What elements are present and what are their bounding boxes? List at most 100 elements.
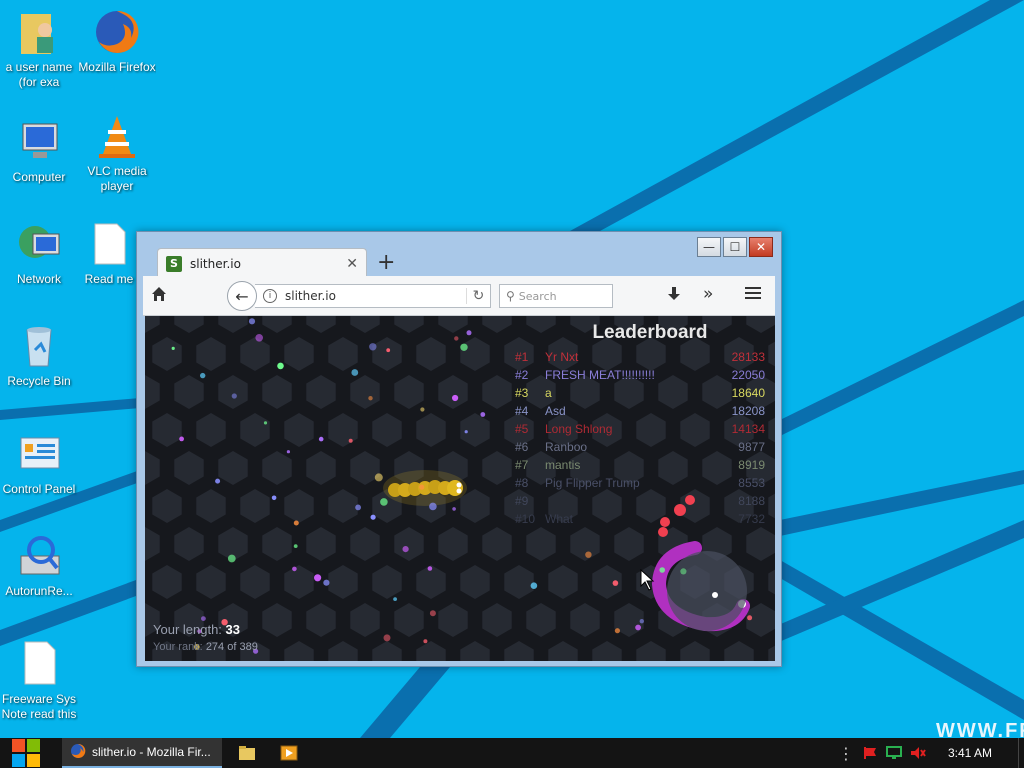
firefox-icon <box>70 743 86 762</box>
clock[interactable]: 3:41 AM <box>930 746 1018 760</box>
leaderboard-score: 7732 <box>738 512 765 526</box>
leaderboard-row: #5 Long Shlong 14134 <box>515 422 765 440</box>
windows-logo-icon <box>12 739 40 767</box>
leaderboard: Leaderboard #1 Yr Nxt 28133 #2 FRESH MEAT!!!… <box>515 322 765 530</box>
document-icon <box>85 220 133 268</box>
network-status-icon[interactable] <box>884 743 904 763</box>
new-tab-button[interactable]: + <box>377 252 395 274</box>
volume-muted-icon[interactable] <box>908 743 928 763</box>
desktop-icon-label: Read me <box>84 272 134 286</box>
document-icon <box>15 640 63 688</box>
search-icon: ⚲ <box>506 289 515 303</box>
desktop-icon-autorun[interactable]: AutorunRe... <box>0 532 78 599</box>
leaderboard-row: #9 8188 <box>515 494 765 512</box>
desktop-icon-freeware-note[interactable]: Freeware Sys Note read this <box>0 640 78 722</box>
desktop-icon-control-panel[interactable]: Control Panel <box>0 430 78 497</box>
desktop-icon-recycle-bin[interactable]: Recycle Bin <box>0 322 78 389</box>
leaderboard-name: a <box>545 386 552 400</box>
user-folder-icon <box>15 8 63 56</box>
desktop-icon-vlc[interactable]: VLC media player <box>78 112 156 194</box>
desktop-icon-firefox[interactable]: Mozilla Firefox <box>78 8 156 75</box>
desktop-icon-label: Network <box>16 272 61 286</box>
leaderboard-name: Pig Flipper Trump <box>545 476 640 490</box>
desktop-icon-network[interactable]: Network <box>0 220 78 287</box>
desktop-icon-readme[interactable]: Read me <box>78 220 140 287</box>
leaderboard-rank: #8 <box>515 476 529 490</box>
firefox-window[interactable]: — ☐ ✕ S slither.io ✕ + i slither.io ↻ ← … <box>136 231 782 667</box>
taskbar-item-firefox[interactable]: slither.io - Mozilla Fir... <box>62 738 222 768</box>
leaderboard-rank: #1 <box>515 350 529 364</box>
taskbar-item-media-player[interactable] <box>272 738 306 768</box>
leaderboard-row: #4 Asd 18208 <box>515 404 765 422</box>
desktop-icon-label: AutorunRe... <box>5 584 73 598</box>
desktop-icon-label: Mozilla Firefox <box>78 60 156 74</box>
desktop-icon-label: Computer <box>12 170 66 184</box>
url-bar[interactable]: i slither.io ↻ <box>255 284 491 308</box>
leaderboard-score: 18640 <box>731 386 765 400</box>
start-button[interactable] <box>0 738 52 768</box>
overflow-chevron-icon[interactable]: » <box>703 284 713 304</box>
hamburger-menu-icon[interactable] <box>745 286 761 304</box>
url-text: slither.io <box>285 289 336 303</box>
leaderboard-score: 22050 <box>731 368 765 382</box>
desktop-icon-user-folder[interactable]: a user name (for exa <box>0 8 78 90</box>
leaderboard-title: Leaderboard <box>592 322 708 343</box>
firefox-icon <box>93 8 141 56</box>
length-value: 33 <box>225 622 241 637</box>
desktop-icon-label: Control Panel <box>2 482 76 496</box>
leaderboard-score: 18208 <box>731 404 765 418</box>
leaderboard-name: Yr Nxt <box>545 350 579 364</box>
leaderboard-score: 9877 <box>738 440 765 454</box>
slither-favicon-icon: S <box>166 255 182 272</box>
player-snake <box>383 470 467 506</box>
show-desktop-button[interactable] <box>1018 738 1024 768</box>
control-panel-icon <box>15 430 63 478</box>
desktop-icon-computer[interactable]: Computer <box>0 118 78 185</box>
leaderboard-name: Ranboo <box>545 440 588 454</box>
folder-icon <box>239 746 255 760</box>
leaderboard-rank: #2 <box>515 368 529 382</box>
game-canvas[interactable]: Leaderboard #1 Yr Nxt 28133 #2 FRESH MEAT!!!… <box>145 316 775 661</box>
autorun-icon <box>15 532 63 580</box>
taskbar-item-explorer[interactable] <box>230 738 264 768</box>
length-display: Your length: 33 <box>153 622 240 637</box>
leaderboard-score: 8919 <box>738 458 765 472</box>
recycle-bin-icon <box>15 322 63 370</box>
leaderboard-score: 28133 <box>731 350 765 364</box>
leaderboard-rank: #3 <box>515 386 529 400</box>
rank-label: Your rank: <box>153 641 203 653</box>
home-icon[interactable] <box>151 286 167 306</box>
navigation-toolbar: i slither.io ↻ ← ⚲ Search » <box>143 276 775 316</box>
search-input[interactable]: ⚲ Search <box>499 284 613 308</box>
reload-icon[interactable]: ↻ <box>466 288 490 304</box>
leaderboard-name: FRESH MEAT!!!!!!!!!! <box>545 368 655 382</box>
leaderboard-row: #8 Pig Flipper Trump 8553 <box>515 476 765 494</box>
leaderboard-row: #1 Yr Nxt 28133 <box>515 350 765 368</box>
leaderboard-rank: #6 <box>515 440 529 454</box>
info-icon[interactable]: i <box>263 289 277 303</box>
leaderboard-name: mantis <box>545 458 581 472</box>
download-icon[interactable] <box>667 286 681 306</box>
length-label: Your length: <box>153 622 222 637</box>
back-arrow-icon: ← <box>235 286 249 306</box>
leaderboard-row: #10 What 7732 <box>515 512 765 530</box>
system-tray: ⋮ 3:41 AM <box>834 738 1024 768</box>
leaderboard-score: 8553 <box>738 476 765 490</box>
leaderboard-name: Long Shlong <box>545 422 613 436</box>
tray-overflow-icon[interactable]: ⋮ <box>836 743 856 763</box>
leaderboard-rank: #7 <box>515 458 529 472</box>
action-center-flag-icon[interactable] <box>860 743 880 763</box>
back-button[interactable]: ← <box>227 281 257 311</box>
leaderboard-rank: #10 <box>515 512 536 526</box>
leaderboard-score: 14134 <box>731 422 765 436</box>
leaderboard-row: #7 mantis 8919 <box>515 458 765 476</box>
taskbar-item-label: slither.io - Mozilla Fir... <box>92 745 211 759</box>
desktop-icon-label: VLC media player <box>87 164 147 193</box>
tab-close-icon[interactable]: ✕ <box>346 256 358 272</box>
tab-slither[interactable]: S slither.io ✕ <box>157 248 367 278</box>
tab-title: slither.io <box>190 256 241 271</box>
leaderboard-row: #6 Ranboo 9877 <box>515 440 765 458</box>
leaderboard-name: What <box>545 512 574 526</box>
media-player-icon <box>280 745 298 761</box>
search-placeholder: Search <box>518 289 557 303</box>
